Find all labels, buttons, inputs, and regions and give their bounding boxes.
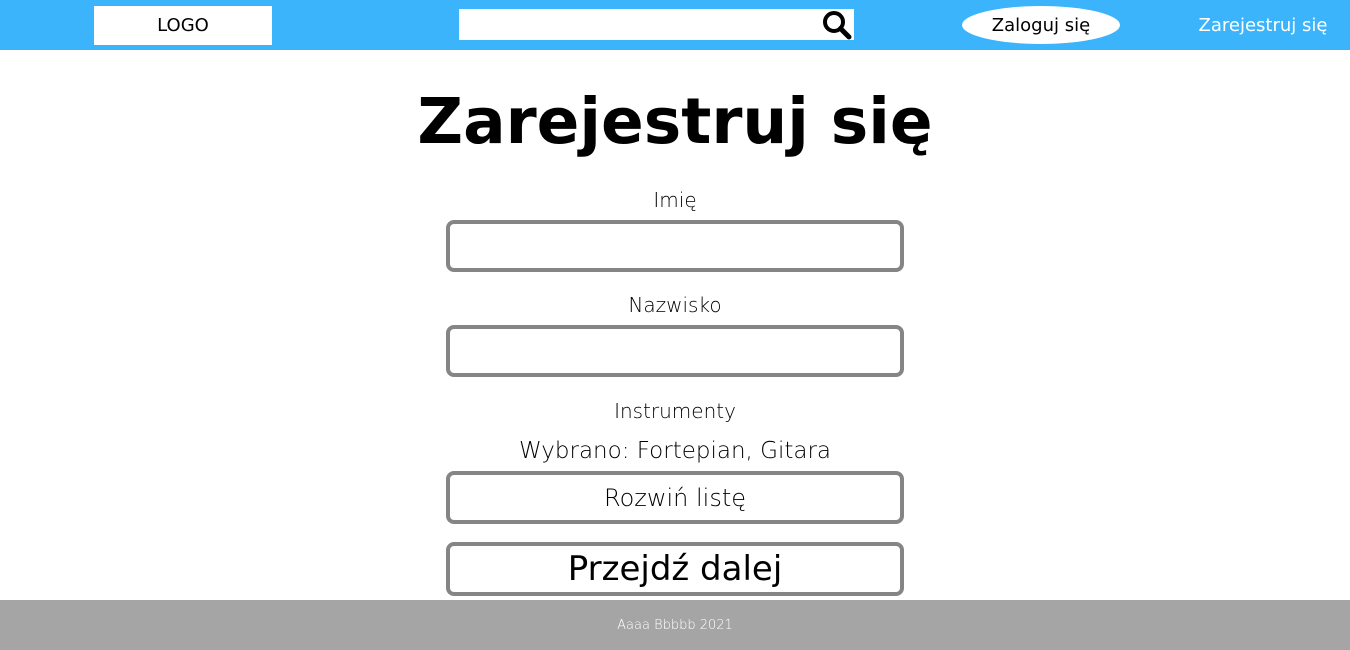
last-name-label: Nazwisko [628,293,722,317]
instruments-label: Instrumenty [614,399,736,423]
login-button[interactable]: Zaloguj się [962,6,1120,44]
first-name-field-container [446,220,904,272]
footer: Aaaa Bbbbb 2021 [0,600,1350,650]
search-icon[interactable] [820,9,854,40]
instruments-selected-text: Wybrano: Fortepian, Gitara [518,438,832,464]
logo[interactable]: LOGO [94,6,272,45]
last-name-field[interactable] [450,329,900,373]
first-name-field[interactable] [450,224,900,268]
first-name-label: Imię [653,188,697,212]
search-bar [459,9,854,40]
next-button[interactable]: Przejdź dalej [446,542,904,596]
expand-list-button[interactable]: Rozwiń listę [446,471,904,524]
page-title: Zarejestruj się [417,85,933,158]
register-link[interactable]: Zarejestruj się [1180,6,1346,44]
last-name-field-container [446,325,904,377]
top-navigation-bar: LOGO Zaloguj się Zarejestruj się [0,0,1350,50]
search-input[interactable] [459,9,825,38]
footer-text: Aaaa Bbbbb 2021 [617,617,733,633]
